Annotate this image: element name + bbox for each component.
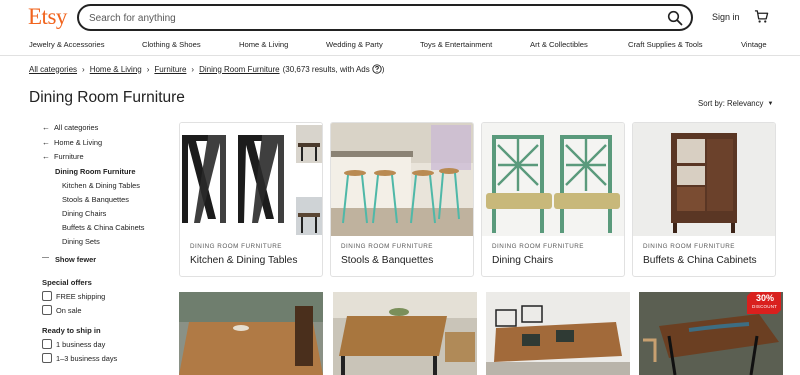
card-category-label: DINING ROOM FURNITURE (643, 243, 736, 250)
breadcrumb-separator: › (146, 64, 150, 74)
card-title[interactable]: Dining Chairs (492, 255, 553, 266)
search-bar[interactable] (77, 4, 693, 31)
free-shipping-checkbox[interactable] (42, 291, 52, 301)
listing-tile[interactable] (333, 292, 477, 375)
breadcrumb-home-living[interactable]: Home & Living (90, 65, 142, 74)
on-sale-label[interactable]: On sale (56, 306, 81, 315)
sidebar-item-buffets-china-cabinets[interactable]: Buffets & China Cabinets (62, 223, 144, 232)
card-category-label: DINING ROOM FURNITURE (190, 243, 283, 250)
sort-dropdown[interactable]: Sort by: Relevancy ▼ (698, 99, 773, 108)
breadcrumb-separator: › (82, 64, 85, 74)
nav-home-living[interactable]: Home & Living (239, 40, 288, 49)
breadcrumb-separator: › (191, 64, 195, 74)
page-title: Dining Room Furniture (29, 89, 185, 106)
results-count-close: ) (381, 64, 385, 74)
breadcrumb-all-categories[interactable]: All categories (29, 65, 77, 74)
card-category-label: DINING ROOM FURNITURE (492, 243, 585, 250)
sidebar-item-dining-chairs[interactable]: Dining Chairs (62, 209, 106, 218)
on-sale-checkbox[interactable] (42, 305, 52, 315)
one-three-business-days-label[interactable]: 1–3 business days (56, 354, 117, 363)
minus-icon: — (42, 254, 49, 261)
card-title[interactable]: Kitchen & Dining Tables (190, 255, 297, 266)
card-category-label: DINING ROOM FURNITURE (341, 243, 434, 250)
etsy-logo[interactable]: Etsy (28, 4, 67, 30)
listing-tile[interactable]: 30% DISCOUNT (639, 292, 783, 375)
chairs-image (482, 123, 624, 236)
sidebar-current-category[interactable]: Dining Room Furniture (55, 167, 135, 176)
ready-to-ship-heading: Ready to ship in (42, 326, 101, 335)
sidebar-item-kitchen-dining-tables[interactable]: Kitchen & Dining Tables (62, 181, 140, 190)
dining-table-photo (486, 292, 630, 375)
category-card-kitchen-dining-tables[interactable]: DINING ROOM FURNITURE Kitchen & Dining T… (179, 122, 323, 277)
discount-percent: 30% (756, 293, 775, 303)
nav-wedding-party[interactable]: Wedding & Party (326, 40, 383, 49)
show-fewer-link[interactable]: Show fewer (55, 255, 96, 264)
stools-image (331, 123, 473, 236)
question-icon[interactable] (372, 64, 382, 74)
breadcrumb: All categories › Home & Living › Furniture › D… (29, 64, 384, 76)
table-legs-image (180, 123, 322, 236)
sign-in-link[interactable]: Sign in (712, 12, 740, 22)
discount-label: DISCOUNT (752, 304, 778, 309)
dining-table-photo (179, 292, 323, 375)
breadcrumb-furniture[interactable]: Furniture (154, 65, 186, 74)
one-three-business-days-checkbox[interactable] (42, 353, 52, 363)
sidebar-item-dining-sets[interactable]: Dining Sets (62, 237, 100, 246)
sort-label: Sort by: Relevancy (698, 99, 764, 108)
nav-jewelry-accessories[interactable]: Jewelry & Accessories (29, 40, 105, 49)
arrow-left-icon: ← (42, 138, 50, 147)
card-title[interactable]: Stools & Banquettes (341, 255, 433, 266)
nav-toys-entertainment[interactable]: Toys & Entertainment (420, 40, 492, 49)
sidebar-back-all-categories[interactable]: All categories (54, 123, 98, 132)
search-icon[interactable] (667, 10, 683, 26)
sidebar-back-home-living[interactable]: Home & Living (54, 138, 102, 147)
one-business-day-label[interactable]: 1 business day (56, 340, 105, 349)
listing-tile[interactable] (179, 292, 323, 375)
category-card-dining-chairs[interactable]: DINING ROOM FURNITURE Dining Chairs (481, 122, 625, 277)
breadcrumb-dining-room-furniture[interactable]: Dining Room Furniture (199, 65, 279, 74)
one-business-day-checkbox[interactable] (42, 339, 52, 349)
caret-down-icon: ▼ (767, 100, 774, 107)
dining-table-photo (333, 292, 477, 375)
cabinet-image (633, 123, 775, 236)
free-shipping-label[interactable]: FREE shipping (56, 292, 105, 301)
arrow-left-icon: ← (42, 152, 50, 161)
card-title[interactable]: Buffets & China Cabinets (643, 255, 757, 266)
nav-clothing-shoes[interactable]: Clothing & Shoes (142, 40, 201, 49)
cart-icon[interactable] (754, 9, 769, 24)
nav-art-collectibles[interactable]: Art & Collectibles (530, 40, 588, 49)
category-card-stools-banquettes[interactable]: DINING ROOM FURNITURE Stools & Banquette… (330, 122, 474, 277)
header: Etsy Sign in (0, 0, 800, 36)
category-nav: Jewelry & Accessories Clothing & Shoes H… (0, 36, 800, 56)
discount-badge: 30% DISCOUNT (747, 292, 781, 314)
nav-craft-supplies-tools[interactable]: Craft Supplies & Tools (628, 40, 703, 49)
nav-vintage[interactable]: Vintage (741, 40, 767, 49)
sidebar-item-stools-banquettes[interactable]: Stools & Banquettes (62, 195, 129, 204)
listing-tile[interactable] (486, 292, 630, 375)
results-count: (30,673 results, with Ads (282, 64, 370, 74)
special-offers-heading: Special offers (42, 278, 92, 287)
search-input[interactable] (89, 10, 649, 26)
sidebar-back-furniture[interactable]: Furniture (54, 152, 84, 161)
arrow-left-icon: ← (42, 123, 50, 132)
category-card-buffets-china-cabinets[interactable]: DINING ROOM FURNITURE Buffets & China Ca… (632, 122, 776, 277)
